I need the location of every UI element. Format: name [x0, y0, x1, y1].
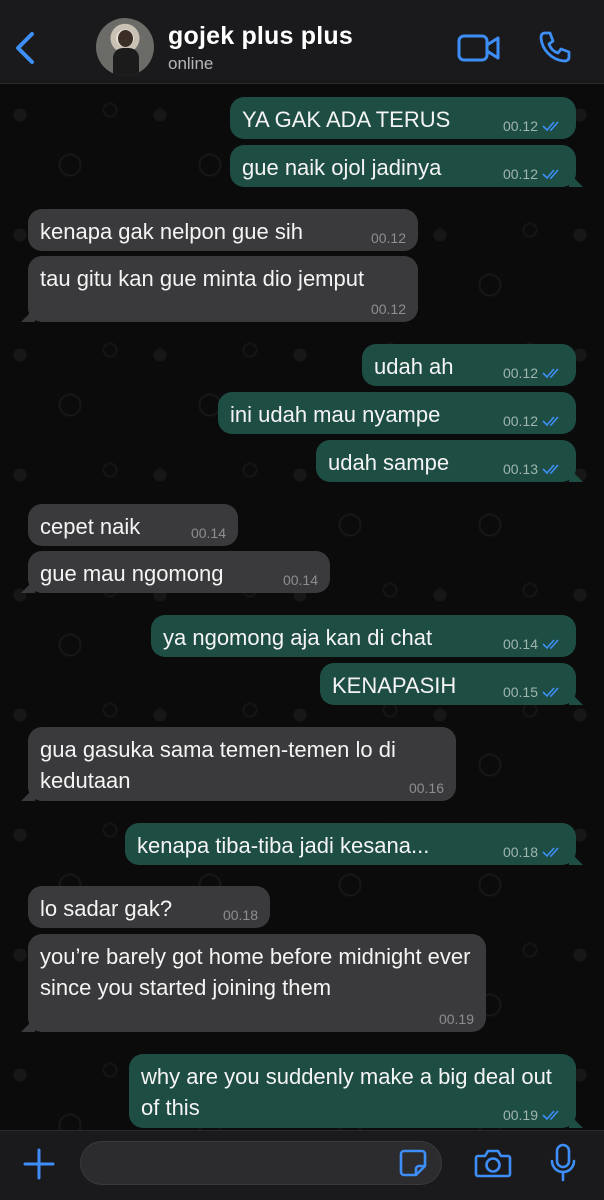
camera-icon[interactable] [474, 1147, 512, 1179]
message-bubble-incoming[interactable]: tau gitu kan gue minta dio jemput 00.12 [28, 256, 418, 322]
read-ticks-icon [542, 464, 559, 475]
phone-icon[interactable] [538, 30, 572, 64]
message-bubble-outgoing[interactable]: udah sampe 00.13 [316, 440, 576, 482]
contact-status: online [168, 54, 214, 73]
message-text: ini udah mau nyampe [230, 402, 441, 427]
message-text: you’re barely got home before midnight e… [40, 944, 471, 1000]
read-ticks-icon [542, 847, 559, 858]
message-text: cepet naik [40, 514, 141, 539]
message-meta: 00.14 [283, 572, 318, 588]
read-ticks-icon [542, 687, 559, 698]
message-meta: 00.12 [503, 365, 564, 381]
message-bubble-outgoing[interactable]: kenapa tiba-tiba jadi kesana... 00.18 [125, 823, 576, 865]
video-camera-icon[interactable] [457, 33, 501, 63]
message-meta: 00.13 [503, 461, 564, 477]
message-time: 00.12 [502, 365, 538, 381]
plus-icon[interactable] [22, 1147, 56, 1181]
message-bubble-outgoing[interactable]: why are you suddenly make a big deal out… [129, 1054, 576, 1128]
chat-header: gojek plus plus online [0, 0, 604, 84]
message-time: 00.13 [502, 461, 538, 477]
chevron-left-icon[interactable] [10, 30, 40, 66]
message-time: 00.12 [370, 230, 406, 246]
message-bubble-incoming[interactable]: lo sadar gak? 00.18 [28, 886, 270, 928]
message-text: udah sampe [328, 450, 450, 475]
microphone-icon[interactable] [549, 1143, 577, 1183]
message-text: kenapa tiba-tiba jadi kesana... [137, 833, 430, 858]
message-meta: 00.15 [503, 684, 564, 700]
read-ticks-icon [542, 169, 559, 180]
read-ticks-icon [542, 639, 559, 650]
message-meta: 00.12 [371, 301, 406, 317]
message-time: 00.15 [502, 684, 538, 700]
read-ticks-icon [542, 368, 559, 379]
message-bubble-outgoing[interactable]: YA GAK ADA TERUS 00.12 [230, 97, 576, 139]
message-time: 00.16 [408, 780, 444, 796]
message-composer [0, 1130, 604, 1200]
message-meta: 00.12 [503, 118, 564, 134]
message-bubble-incoming[interactable]: kenapa gak nelpon gue sih 00.12 [28, 209, 418, 251]
message-text: ya ngomong aja kan di chat [163, 625, 433, 650]
message-bubble-outgoing[interactable]: ya ngomong aja kan di chat 00.14 [151, 615, 576, 657]
message-time: 00.14 [502, 636, 538, 652]
message-time: 00.14 [190, 525, 226, 541]
message-text: KENAPASIH [332, 673, 457, 698]
message-time: 00.12 [502, 166, 538, 182]
message-text: lo sadar gak? [40, 896, 173, 921]
read-ticks-icon [542, 121, 559, 132]
avatar[interactable] [96, 18, 154, 76]
message-time: 00.18 [502, 844, 538, 860]
message-bubble-outgoing[interactable]: KENAPASIH 00.15 [320, 663, 576, 705]
read-ticks-icon [542, 1110, 559, 1121]
message-meta: 00.12 [371, 230, 406, 246]
message-bubble-incoming[interactable]: gue mau ngomong 00.14 [28, 551, 330, 593]
message-bubble-incoming[interactable]: you’re barely got home before midnight e… [28, 934, 486, 1032]
message-time: 00.12 [370, 301, 406, 317]
message-meta: 00.18 [223, 907, 258, 923]
message-meta: 00.14 [503, 636, 564, 652]
message-text: gue mau ngomong [40, 561, 224, 586]
message-input[interactable] [80, 1141, 442, 1185]
message-time: 00.12 [502, 118, 538, 134]
contact-name[interactable]: gojek plus plus [168, 22, 353, 51]
message-meta: 00.12 [503, 413, 564, 429]
message-bubble-incoming[interactable]: cepet naik 00.14 [28, 504, 238, 546]
message-meta: 00.19 [439, 1011, 474, 1027]
message-text: gua gasuka sama temen-temen lo di keduta… [40, 737, 396, 793]
message-meta: 00.19 [503, 1107, 564, 1123]
read-ticks-icon [542, 416, 559, 427]
message-time: 00.12 [502, 413, 538, 429]
message-meta: 00.16 [409, 780, 444, 796]
message-meta: 00.18 [503, 844, 564, 860]
message-text: YA GAK ADA TERUS [242, 107, 451, 132]
message-text: udah ah [374, 354, 454, 379]
message-time: 00.18 [222, 907, 258, 923]
message-time: 00.19 [438, 1011, 474, 1027]
message-text: gue naik ojol jadinya [242, 155, 442, 180]
sticker-icon[interactable] [398, 1148, 428, 1178]
message-time: 00.19 [502, 1107, 538, 1123]
message-meta: 00.12 [503, 166, 564, 182]
message-text: tau gitu kan gue minta dio jemput [40, 266, 365, 291]
message-bubble-outgoing[interactable]: udah ah 00.12 [362, 344, 576, 386]
message-bubble-outgoing[interactable]: gue naik ojol jadinya 00.12 [230, 145, 576, 187]
message-time: 00.14 [282, 572, 318, 588]
message-bubble-incoming[interactable]: gua gasuka sama temen-temen lo di keduta… [28, 727, 456, 801]
message-text: kenapa gak nelpon gue sih [40, 219, 303, 244]
message-bubble-outgoing[interactable]: ini udah mau nyampe 00.12 [218, 392, 576, 434]
message-meta: 00.14 [191, 525, 226, 541]
message-list[interactable]: YA GAK ADA TERUS 00.12 gue naik ojol jad… [0, 85, 604, 1130]
